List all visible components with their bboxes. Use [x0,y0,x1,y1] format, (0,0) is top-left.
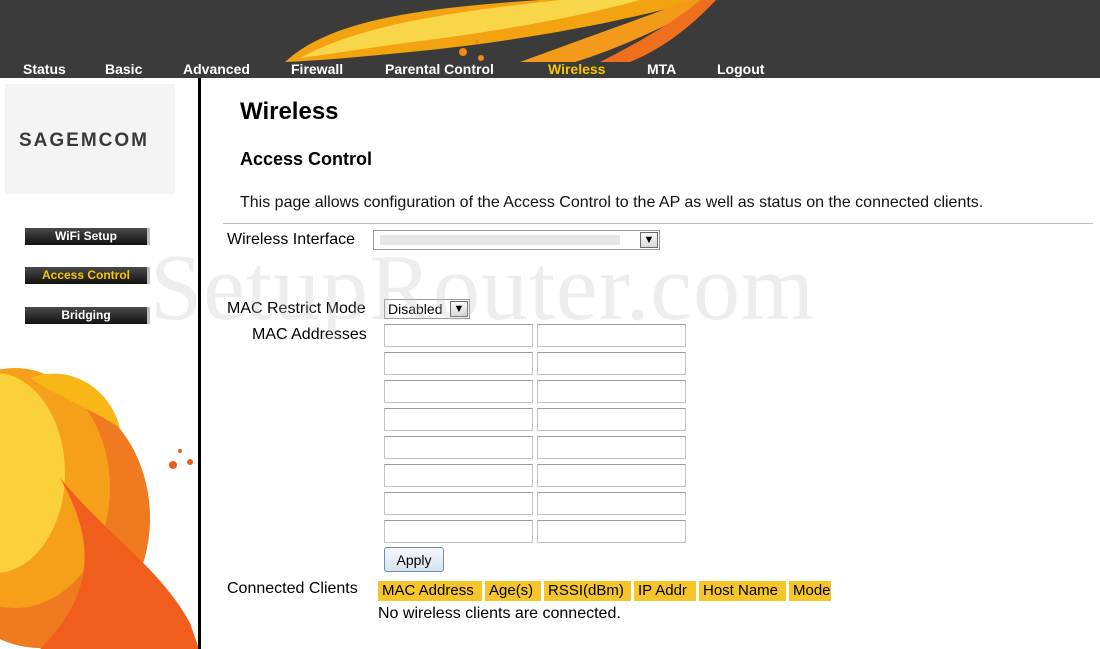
column-header-mac-address: MAC Address [378,581,482,601]
column-header-ip-addr: IP Addr [634,581,696,601]
sidebar-item-bridging[interactable]: Bridging [25,307,150,324]
mac-address-field[interactable] [384,464,533,487]
chevron-down-icon[interactable]: ▼ [640,232,658,248]
apply-button[interactable]: Apply [384,547,444,572]
nav-advanced[interactable]: Advanced [183,61,250,77]
sidebar: SAGEMCOM WiFi Setup Access Control Bridg… [0,78,199,649]
mac-address-field[interactable] [537,464,686,487]
nav-status[interactable]: Status [23,61,66,77]
column-header-mode: Mode [789,581,831,601]
nav-basic[interactable]: Basic [105,61,142,77]
wireless-interface-select[interactable]: ▼ [373,230,660,250]
sagemcom-logo: SAGEMCOM [19,130,149,151]
page-description: This page allows configuration of the Ac… [240,194,984,211]
mac-address-field[interactable] [537,352,686,375]
sidebar-item-wifi-setup[interactable]: WiFi Setup [25,228,150,245]
connected-clients-label: Connected Clients [227,580,358,597]
mac-address-field[interactable] [384,324,533,347]
mac-address-field[interactable] [384,352,533,375]
sidebar-item-access-control[interactable]: Access Control [25,267,150,284]
mac-address-field[interactable] [537,380,686,403]
nav-parental-control[interactable]: Parental Control [385,61,494,77]
mac-address-field[interactable] [537,324,686,347]
top-navigation-bar: Status Basic Advanced Firewall Parental … [0,0,1100,78]
mac-address-field[interactable] [537,436,686,459]
main-nav: Status Basic Advanced Firewall Parental … [0,61,1100,78]
decorative-petals-graphic [0,368,199,649]
nav-logout[interactable]: Logout [717,61,764,77]
main-content: Wireless Access Control This page allows… [201,78,1100,649]
mac-restrict-mode-value: Disabled [388,301,443,317]
mac-address-field[interactable] [537,520,686,543]
nav-firewall[interactable]: Firewall [291,61,343,77]
divider-line [223,223,1093,224]
no-clients-message: No wireless clients are connected. [378,605,621,622]
wireless-interface-label: Wireless Interface [227,231,356,248]
mac-address-field[interactable] [537,408,686,431]
column-header-rssi: RSSI(dBm) [544,581,631,601]
mac-address-field[interactable] [384,492,533,515]
chevron-down-icon[interactable]: ▼ [450,301,468,317]
nav-wireless[interactable]: Wireless [548,61,605,77]
mac-address-field[interactable] [384,408,533,431]
mac-addresses-label: MAC Addresses [252,326,367,343]
column-header-host-name: Host Name [699,581,786,601]
mac-address-field[interactable] [384,436,533,459]
page-subtitle: Access Control [240,149,373,169]
mac-address-field[interactable] [384,520,533,543]
blurred-interface-value [380,235,620,245]
nav-mta[interactable]: MTA [647,61,676,77]
mac-restrict-mode-label: MAC Restrict Mode [227,300,366,317]
logo-panel: SAGEMCOM [5,84,175,194]
mac-address-field[interactable] [537,492,686,515]
mac-address-field[interactable] [384,380,533,403]
page-title: Wireless [240,98,339,125]
column-header-age: Age(s) [485,581,541,601]
mac-restrict-mode-select[interactable]: Disabled ▼ [384,299,470,319]
